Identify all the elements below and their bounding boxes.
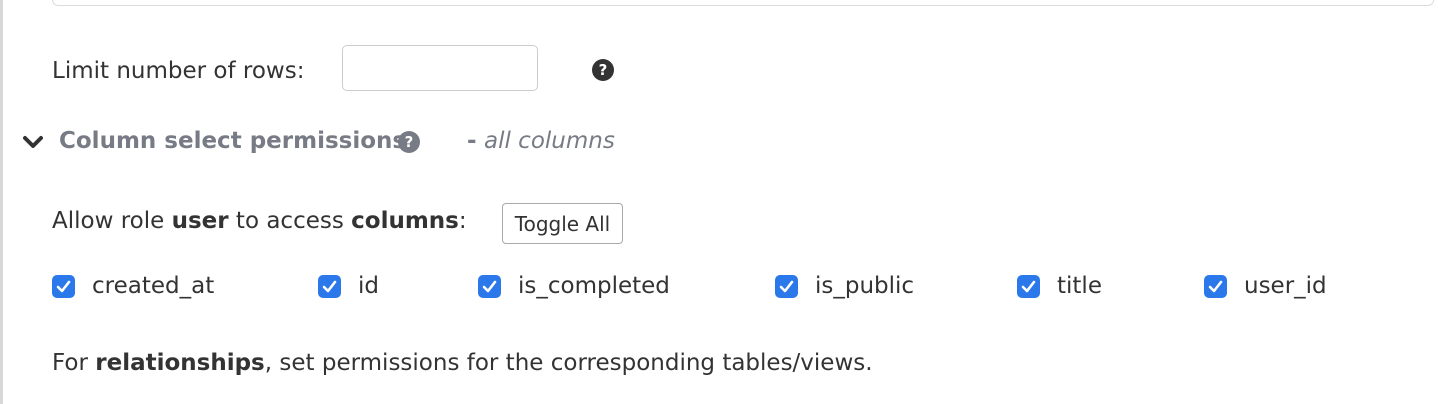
footer-prefix: For — [52, 350, 88, 376]
access-target: columns — [351, 208, 459, 234]
checkbox-checked-icon[interactable] — [1017, 274, 1040, 298]
footer-rest: , set permissions for the corresponding … — [264, 350, 873, 376]
checkbox-checked-icon[interactable] — [775, 274, 798, 298]
limit-rows-input[interactable] — [342, 45, 538, 91]
previous-field-box — [52, 0, 1434, 6]
column-name-label: is_completed — [518, 273, 670, 299]
question-circle-icon[interactable]: ? — [398, 131, 420, 153]
access-middle: to access — [235, 208, 344, 234]
column-select-permissions-title[interactable]: Column select permissions — [59, 128, 406, 154]
checkbox-checked-icon[interactable] — [1204, 274, 1227, 298]
column-checkbox-item[interactable]: id — [318, 273, 379, 299]
toggle-all-button[interactable]: Toggle All — [502, 203, 623, 244]
column-checkbox-item[interactable]: is_completed — [478, 273, 670, 299]
column-checkbox-item[interactable]: title — [1017, 273, 1102, 299]
checkbox-checked-icon[interactable] — [318, 274, 341, 298]
access-prefix: Allow role — [52, 208, 165, 234]
access-description: Allow role user to access columns: — [52, 208, 467, 234]
checkbox-checked-icon[interactable] — [478, 274, 501, 298]
section-summary-note: all columns — [484, 128, 615, 154]
relationships-note: For relationships, set permissions for t… — [52, 350, 873, 376]
access-suffix: : — [458, 208, 467, 234]
checkbox-checked-icon[interactable] — [52, 274, 75, 298]
column-checkbox-item[interactable]: created_at — [52, 273, 214, 299]
panel-left-border — [0, 0, 3, 404]
limit-rows-label: Limit number of rows: — [52, 58, 305, 84]
relationships-keyword: relationships — [95, 350, 265, 376]
column-name-label: id — [358, 273, 379, 299]
column-checkbox-item[interactable]: is_public — [775, 273, 914, 299]
column-checkbox-item[interactable]: user_id — [1204, 273, 1327, 299]
column-name-label: user_id — [1244, 273, 1327, 299]
section-dash: - — [467, 128, 477, 154]
role-name: user — [171, 208, 229, 234]
chevron-down-icon[interactable] — [22, 134, 44, 152]
question-circle-icon[interactable]: ? — [592, 59, 614, 81]
column-name-label: title — [1057, 273, 1102, 299]
column-name-label: created_at — [92, 273, 215, 299]
column-name-label: is_public — [815, 273, 915, 299]
